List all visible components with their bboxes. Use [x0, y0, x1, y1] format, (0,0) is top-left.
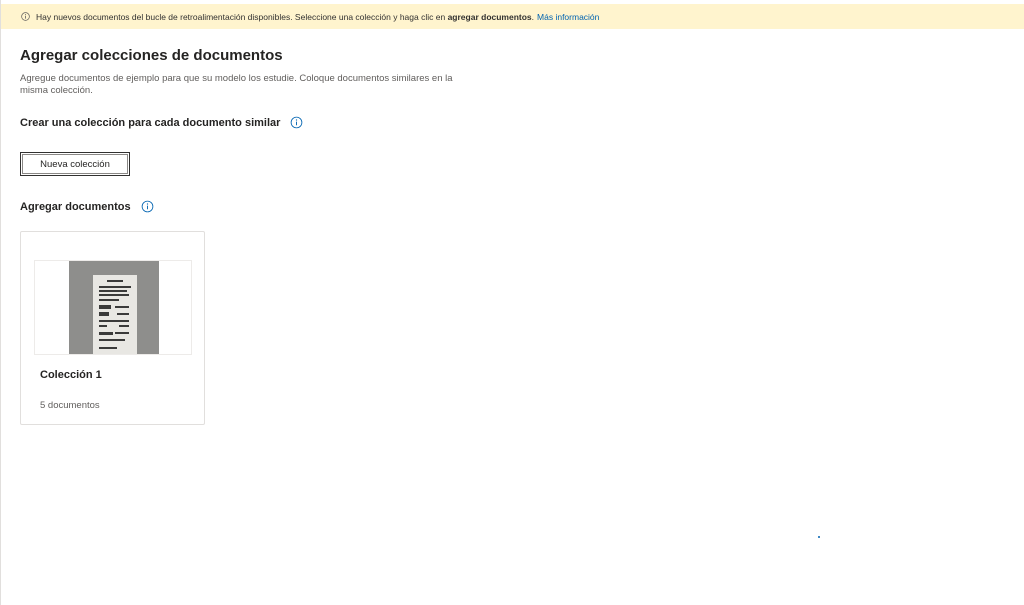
collection-name: Colección 1: [40, 369, 102, 381]
page-frame: Hay nuevos documentos del bucle de retro…: [0, 0, 1024, 605]
notice-text: Hay nuevos documentos del bucle de retro…: [36, 11, 446, 22]
create-collection-heading-text: Crear una colección para cada documento …: [20, 116, 281, 129]
add-documents-heading-text: Agregar documentos: [20, 200, 131, 213]
page-title: Agregar colecciones de documentos: [20, 47, 283, 64]
info-icon: [21, 12, 30, 21]
notice-bold-text: agregar documentos: [447, 11, 532, 22]
receipt-image: [93, 275, 137, 354]
info-circle-icon[interactable]: [290, 116, 303, 129]
collection-thumbnail: [34, 260, 192, 355]
receipt-thumbnail-image: [69, 261, 159, 354]
more-info-link[interactable]: Más información: [537, 12, 599, 22]
stray-dot: [818, 536, 820, 538]
collection-document-count: 5 documentos: [40, 400, 100, 411]
add-documents-heading: Agregar documentos: [20, 200, 154, 213]
notification-bar: Hay nuevos documentos del bucle de retro…: [1, 4, 1024, 29]
page-description: Agregue documentos de ejemplo para que s…: [20, 73, 453, 96]
new-collection-button[interactable]: Nueva colección: [20, 152, 130, 176]
create-collection-heading: Crear una colección para cada documento …: [20, 116, 303, 129]
info-circle-icon[interactable]: [141, 200, 154, 213]
collection-card[interactable]: Colección 1 5 documentos: [20, 231, 205, 425]
notice-period: .: [531, 11, 535, 22]
